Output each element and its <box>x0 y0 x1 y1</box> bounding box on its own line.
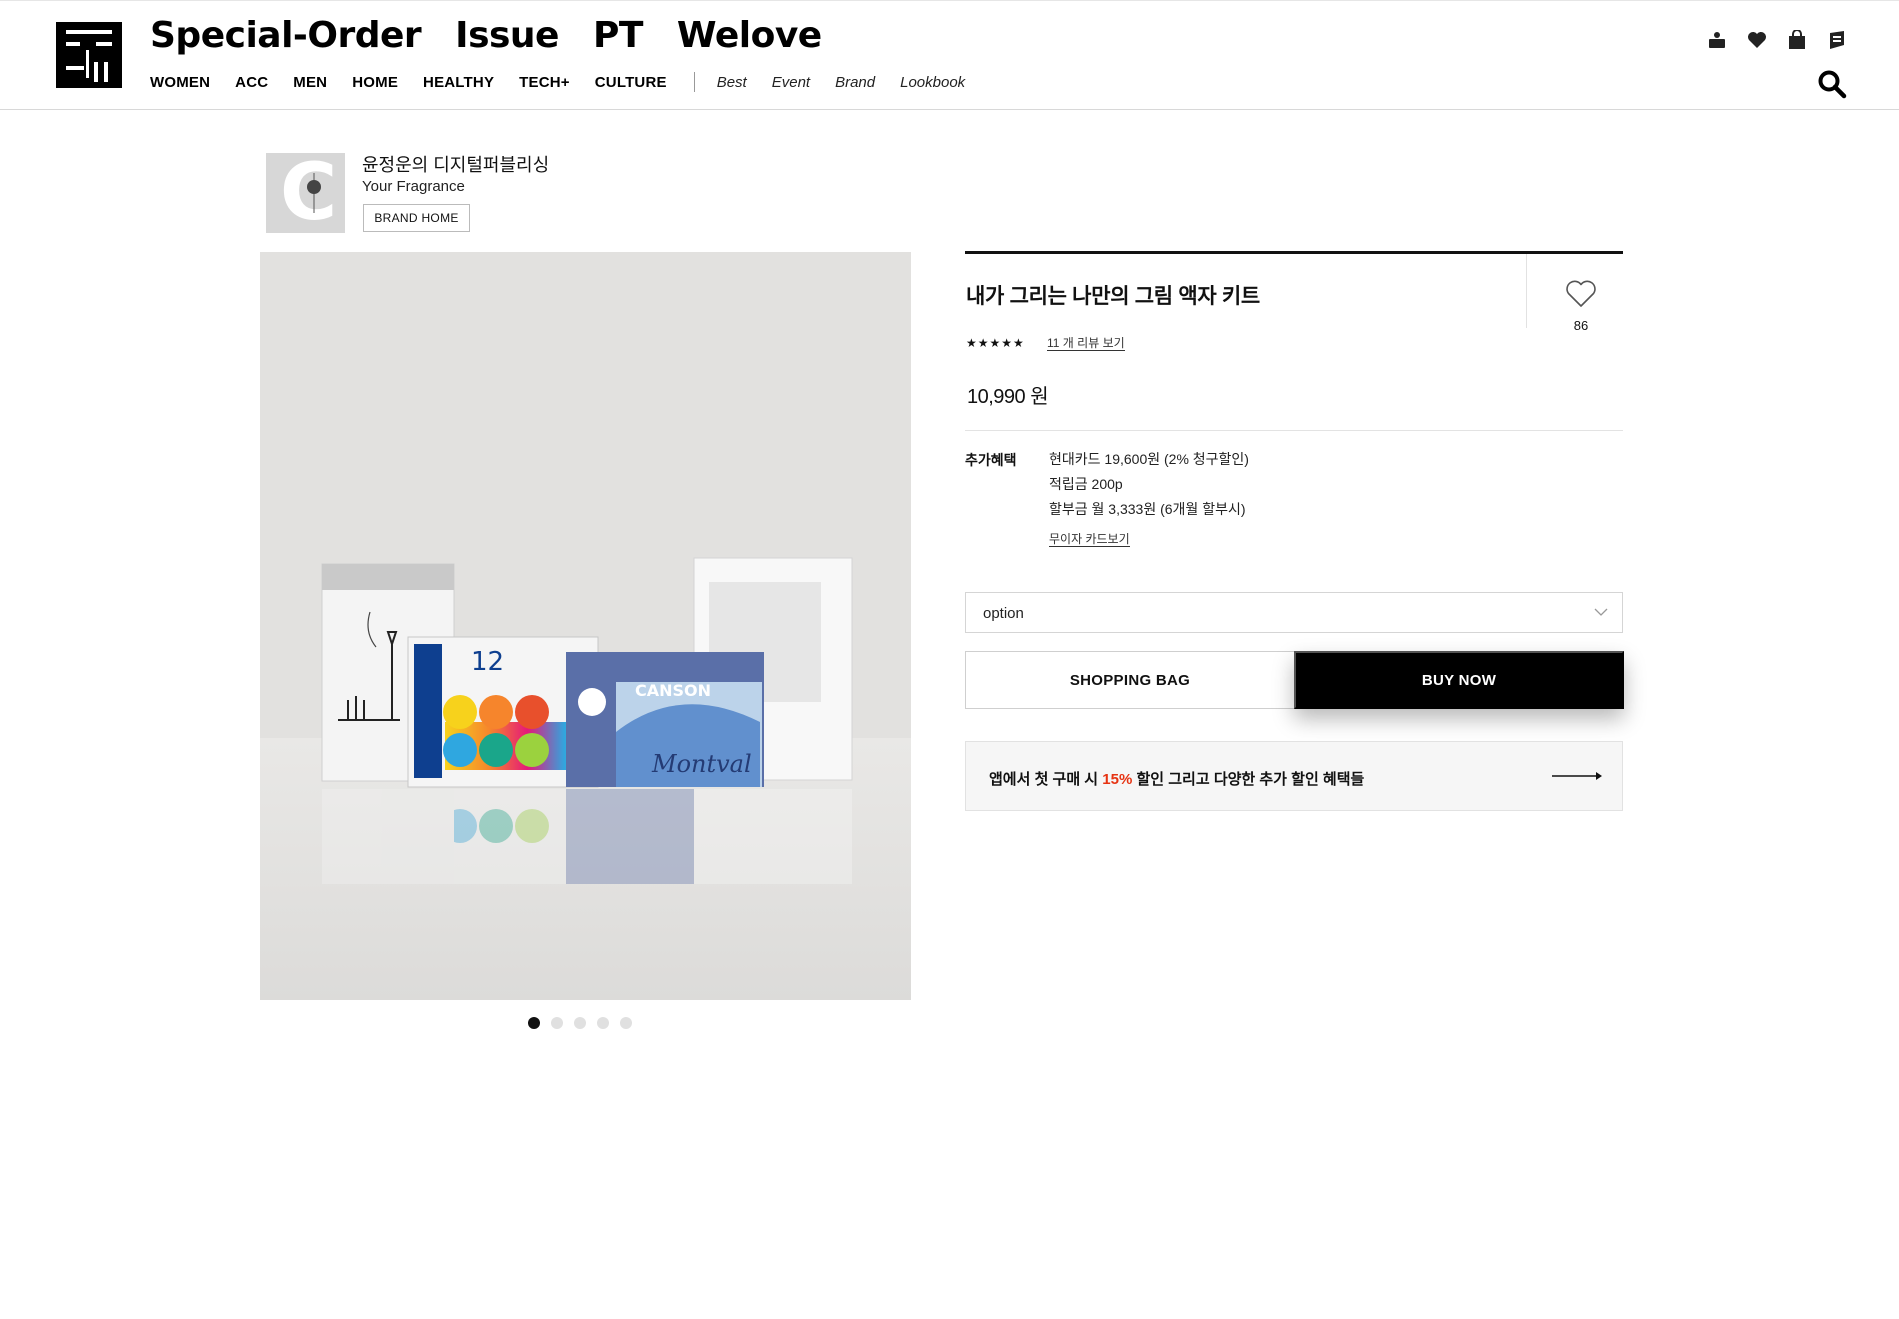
link-lookbook[interactable]: Lookbook <box>900 74 965 91</box>
option-select[interactable]: option <box>965 592 1623 633</box>
search-icon[interactable] <box>1817 69 1847 99</box>
buy-now-button[interactable]: BUY NOW <box>1294 651 1624 709</box>
benefit-points: 적립금 200p <box>1049 476 1123 492</box>
product-photo-illustration: 12 CANSON Montval <box>260 252 911 1000</box>
nav-issue[interactable]: Issue <box>455 15 559 56</box>
link-best[interactable]: Best <box>717 74 747 91</box>
site-header: Special-Order Issue PT Welove WOMEN ACC … <box>0 0 1899 110</box>
promo-text: 앱에서 첫 구매 시 15% 할인 그리고 다양한 추가 할인 혜택들 <box>989 768 1364 789</box>
category-home[interactable]: HOME <box>352 74 398 91</box>
shopping-bag-button[interactable]: SHOPPING BAG <box>965 651 1295 709</box>
brand-home-button[interactable]: BRAND HOME <box>363 204 470 232</box>
svg-text:Montval: Montval <box>651 750 752 778</box>
slide-dot-2[interactable] <box>551 1017 563 1029</box>
slide-dot-1[interactable] <box>528 1017 540 1029</box>
brand-subtitle: Your Fragrance <box>362 178 465 195</box>
category-healthy[interactable]: HEALTHY <box>423 74 494 91</box>
shopping-bag-icon[interactable] <box>1786 29 1808 51</box>
category-women[interactable]: WOMEN <box>150 74 210 91</box>
promo-text-before: 앱에서 첫 구매 시 <box>989 771 1103 788</box>
like-heart-icon[interactable] <box>1565 280 1597 308</box>
category-culture[interactable]: CULTURE <box>595 74 667 91</box>
rating-stars: ★★★★★ <box>966 336 1025 350</box>
review-link[interactable]: 11 개 리뷰 보기 <box>1047 336 1125 351</box>
main-nav: Special-Order Issue PT Welove <box>150 15 822 56</box>
chevron-down-icon <box>1594 608 1608 616</box>
promo-text-after: 할인 그리고 다양한 추가 할인 혜택들 <box>1132 771 1365 788</box>
product-price: 10,990 원 <box>967 386 1049 408</box>
brand-logo-thumbnail[interactable]: C <box>266 153 345 233</box>
heart-icon[interactable] <box>1746 29 1768 51</box>
link-event[interactable]: Event <box>772 74 810 91</box>
app-promo-banner[interactable]: 앱에서 첫 구매 시 15% 할인 그리고 다양한 추가 할인 혜택들 <box>965 741 1623 811</box>
benefit-list: 현대카드 19,600원 (2% 청구할인) 적립금 200p 할부금 월 3,… <box>1049 450 1249 525</box>
link-brand[interactable]: Brand <box>835 74 875 91</box>
panel-top-divider <box>965 251 1623 254</box>
brand-name[interactable]: 윤정운의 디지털퍼블리싱 <box>362 151 549 177</box>
slide-dot-4[interactable] <box>597 1017 609 1029</box>
svg-text:12: 12 <box>471 647 504 677</box>
interest-free-card-link[interactable]: 무이자 카드보기 <box>1049 532 1130 547</box>
arrow-right-icon <box>1552 772 1602 780</box>
site-logo[interactable] <box>56 22 122 88</box>
slide-dot-3[interactable] <box>574 1017 586 1029</box>
header-icon-group <box>1706 29 1848 51</box>
category-acc[interactable]: ACC <box>235 74 268 91</box>
slide-dot-5[interactable] <box>620 1017 632 1029</box>
order-icon[interactable] <box>1826 29 1848 51</box>
nav-pt[interactable]: PT <box>593 15 643 56</box>
svg-text:CANSON: CANSON <box>635 681 711 700</box>
benefit-installment: 할부금 월 3,333원 (6개월 할부시) <box>1049 501 1246 517</box>
nav-welove[interactable]: Welove <box>677 15 822 56</box>
option-select-label: option <box>983 605 1024 622</box>
nav-special-order[interactable]: Special-Order <box>150 15 422 56</box>
benefit-label: 추가혜택 <box>965 452 1017 468</box>
product-title: 내가 그리는 나만의 그림 액자 키트 <box>966 285 1260 308</box>
category-nav: WOMEN ACC MEN HOME HEALTHY TECH+ CULTURE… <box>150 72 990 92</box>
nav-divider <box>693 72 695 92</box>
slide-indicator <box>528 1017 632 1029</box>
like-count: 86 <box>1573 318 1589 333</box>
product-image[interactable]: 12 CANSON Montval <box>260 252 911 1000</box>
mypage-icon[interactable] <box>1706 29 1728 51</box>
category-tech[interactable]: TECH+ <box>519 74 570 91</box>
category-men[interactable]: MEN <box>293 74 327 91</box>
benefit-card-discount: 현대카드 19,600원 (2% 청구할인) <box>1049 451 1249 467</box>
price-divider <box>965 430 1623 431</box>
promo-highlight: 15% <box>1102 771 1133 788</box>
